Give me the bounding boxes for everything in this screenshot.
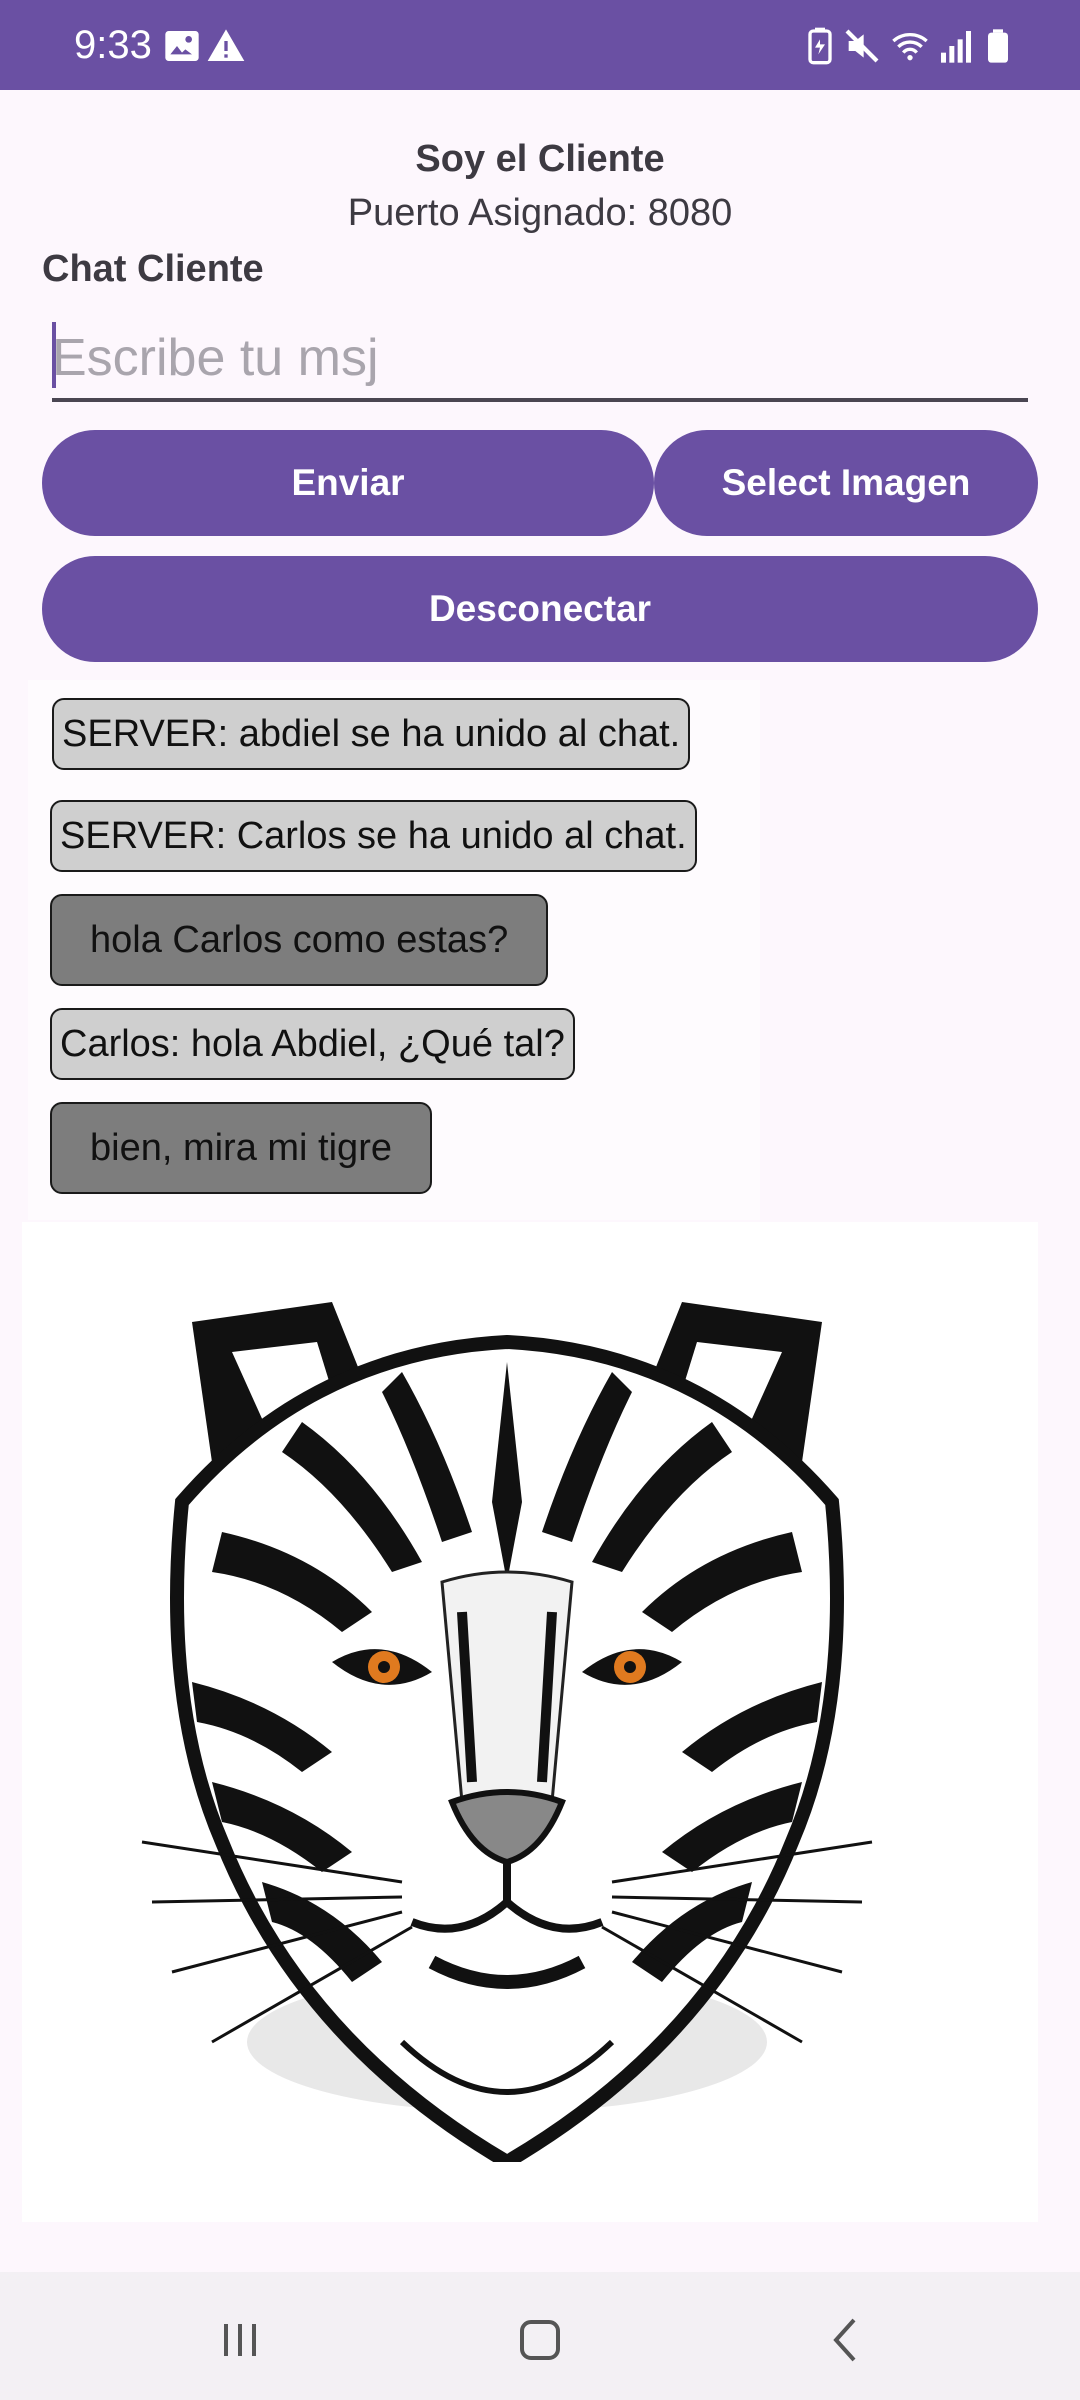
image-icon [162, 26, 202, 66]
navigation-bar [0, 2272, 1080, 2400]
recent-apps-icon[interactable] [200, 2300, 280, 2380]
home-icon[interactable] [500, 2300, 580, 2380]
signal-icon [936, 26, 976, 66]
message-bubble-incoming: SERVER: Carlos se ha unido al chat. [50, 800, 697, 872]
text-cursor [52, 322, 56, 388]
message-bubble-outgoing: bien, mira mi tigre [50, 1102, 432, 1194]
tiger-image [141, 1302, 873, 2162]
mute-icon [842, 26, 882, 66]
chat-title: Chat Cliente [42, 248, 264, 290]
image-message [22, 1222, 1038, 2222]
battery-icon [978, 26, 1018, 66]
send-button[interactable]: Enviar [42, 430, 654, 536]
role-title: Soy el Cliente [415, 138, 665, 180]
select-image-button[interactable]: Select Imagen [654, 430, 1038, 536]
battery-saver-icon [800, 26, 840, 66]
message-bubble-incoming: Carlos: hola Abdiel, ¿Qué tal? [50, 1008, 575, 1080]
message-bubble-outgoing: hola Carlos como estas? [50, 894, 549, 986]
disconnect-button[interactable]: Desconectar [42, 556, 1038, 662]
back-icon[interactable] [806, 2300, 886, 2380]
message-input[interactable] [52, 318, 1028, 402]
status-bar: 9:33 [0, 0, 1080, 90]
port-text: Puerto Asignado: 8080 [347, 192, 733, 234]
message-bubble-incoming: SERVER: abdiel se ha unido al chat. [52, 698, 691, 770]
warning-icon [206, 26, 246, 66]
app-screen: 9:33 Soy el Cliente Puerto Asignado: 808… [0, 0, 1080, 2400]
wifi-icon [890, 26, 930, 66]
status-time: 9:33 [74, 23, 152, 67]
